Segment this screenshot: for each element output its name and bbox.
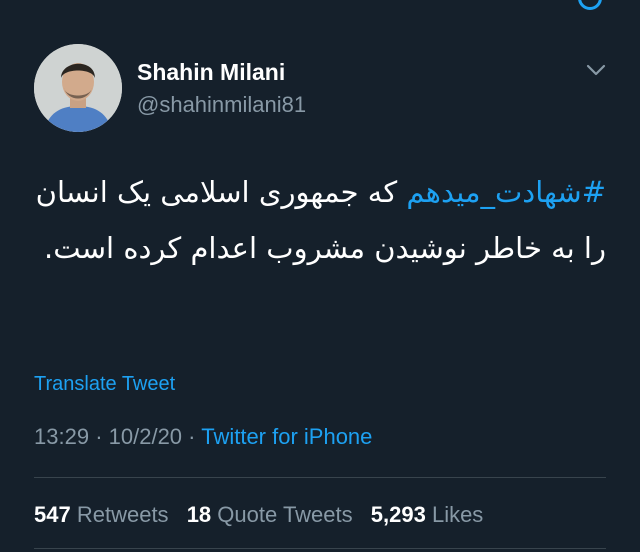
- tweet-time: 13:29: [34, 424, 90, 449]
- tweet-text: #شهادت_میدهم که جمهوری اسلامی یک انسان ر…: [34, 164, 606, 276]
- retweets-count: 547: [34, 502, 71, 527]
- divider: [34, 477, 606, 478]
- chevron-down-icon[interactable]: [584, 60, 608, 80]
- circle-icon[interactable]: [578, 0, 602, 10]
- display-name[interactable]: Shahin Milani: [137, 59, 285, 86]
- meta-separator: ·: [188, 424, 196, 449]
- meta-separator: ·: [95, 424, 103, 449]
- likes-label: Likes: [431, 502, 484, 527]
- avatar[interactable]: [34, 44, 122, 132]
- quote-tweets-label: Quote Tweets: [217, 502, 353, 527]
- retweets-stat[interactable]: 547 Retweets: [34, 502, 169, 527]
- translate-tweet-link[interactable]: Translate Tweet: [34, 373, 175, 396]
- user-handle[interactable]: @shahinmilani81: [137, 92, 306, 118]
- retweets-label: Retweets: [76, 502, 169, 527]
- divider: [34, 548, 606, 549]
- quote-tweets-count: 18: [186, 502, 212, 527]
- tweet-meta: 13:29 · 10/2/20 · Twitter for iPhone: [34, 424, 372, 450]
- quote-tweets-stat[interactable]: 18 Quote Tweets: [187, 502, 353, 527]
- tweet-source-link[interactable]: Twitter for iPhone: [201, 424, 372, 449]
- tweet-date: 10/2/20: [108, 424, 183, 449]
- likes-stat[interactable]: 5,293 Likes: [371, 502, 484, 527]
- tweet-stats: 547 Retweets 18 Quote Tweets 5,293 Likes: [34, 502, 495, 528]
- likes-count: 5,293: [370, 502, 426, 527]
- hashtag-link[interactable]: #شهادت_میدهم: [406, 175, 606, 209]
